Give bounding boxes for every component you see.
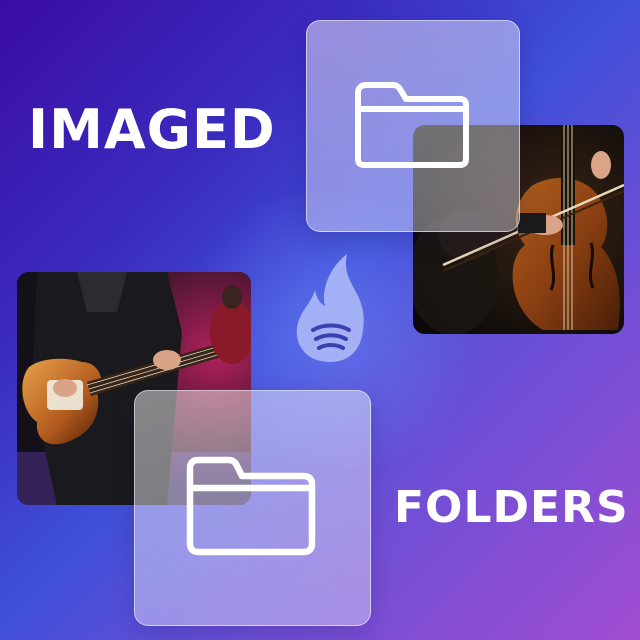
headline-folders: FOLDERS (394, 482, 629, 533)
flame-signal-logo-icon (296, 254, 364, 362)
folder-icon (186, 456, 316, 556)
folder-icon (355, 82, 469, 168)
headline-imaged: IMAGED (28, 98, 276, 161)
promo-canvas: IMAGED FOLDERS (0, 0, 640, 640)
